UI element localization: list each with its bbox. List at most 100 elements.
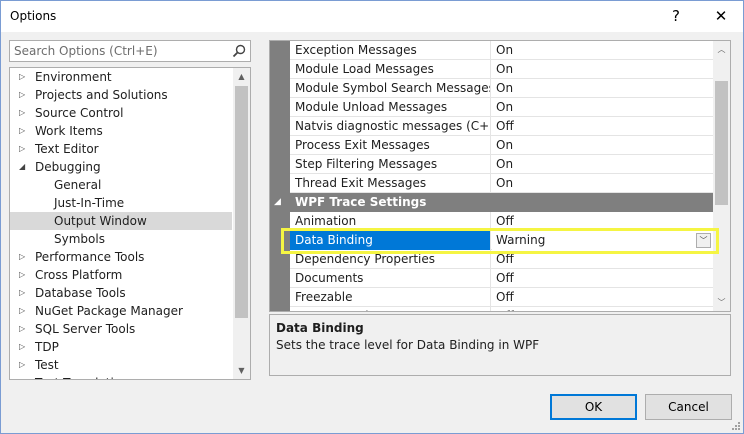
- property-row[interactable]: Thread Exit Messages On: [270, 174, 714, 193]
- property-name[interactable]: Natvis diagnostic messages (C++ only): [290, 117, 491, 136]
- property-row[interactable]: Step Filtering Messages On: [270, 155, 714, 174]
- grid-scroll-down-icon[interactable]: ﹀: [713, 294, 730, 311]
- expand-arrow-icon[interactable]: ▷: [19, 284, 29, 302]
- tree-item[interactable]: ▷ Database Tools: [10, 284, 232, 302]
- expand-arrow-icon[interactable]: ▷: [19, 338, 29, 356]
- property-row[interactable]: Natvis diagnostic messages (C++ only)Off: [270, 117, 714, 136]
- property-value[interactable]: Off: [492, 212, 714, 231]
- property-row[interactable]: Documents Off: [270, 269, 714, 288]
- property-row[interactable]: Animation Off: [270, 212, 714, 231]
- search-input[interactable]: [10, 41, 228, 61]
- tree-item[interactable]: ▷ NuGet Package Manager: [10, 302, 232, 320]
- property-grid[interactable]: Exception Messages On Module Load Messages…: [269, 40, 731, 312]
- tree-item[interactable]: Just-In-Time: [10, 194, 232, 212]
- property-name[interactable]: Thread Exit Messages: [290, 174, 491, 193]
- property-name[interactable]: Module Load Messages: [290, 60, 491, 79]
- property-row[interactable]: Data Binding Warning ﹀: [270, 231, 714, 250]
- property-name[interactable]: Exception Messages: [290, 41, 491, 60]
- expand-arrow-icon[interactable]: ▷: [19, 68, 29, 86]
- property-name[interactable]: Step Filtering Messages: [290, 155, 491, 174]
- property-value-select[interactable]: Warning: [492, 231, 714, 250]
- property-value[interactable]: Off: [492, 288, 714, 307]
- title-bar[interactable]: Options ? ✕: [1, 1, 743, 32]
- tree-item[interactable]: ▷ SQL Server Tools: [10, 320, 232, 338]
- tree-item[interactable]: Symbols: [10, 230, 232, 248]
- property-value[interactable]: On: [492, 60, 714, 79]
- ok-button[interactable]: OK: [550, 394, 637, 420]
- grid-scroll-up-icon[interactable]: ︿: [713, 41, 730, 58]
- tree-item[interactable]: ◢ Debugging: [10, 158, 232, 176]
- property-value[interactable]: On: [492, 136, 714, 155]
- tree-item[interactable]: ▷ Cross Platform: [10, 266, 232, 284]
- expand-arrow-icon[interactable]: ▷: [19, 302, 29, 320]
- property-name[interactable]: HWND Hosting: [290, 307, 491, 311]
- tree-item[interactable]: ▷ Performance Tools: [10, 248, 232, 266]
- property-row[interactable]: Module Unload Messages On: [270, 98, 714, 117]
- tree-item[interactable]: ▷ TDP: [10, 338, 232, 356]
- tree-item-label: NuGet Package Manager: [35, 304, 183, 318]
- collapse-arrow-icon[interactable]: ◢: [274, 193, 281, 212]
- expand-arrow-icon[interactable]: ▷: [19, 320, 29, 338]
- property-value[interactable]: On: [492, 41, 714, 60]
- expand-arrow-icon[interactable]: ▷: [19, 356, 29, 374]
- property-name[interactable]: Module Unload Messages: [290, 98, 491, 117]
- property-name[interactable]: Documents: [290, 269, 491, 288]
- property-row[interactable]: Exception Messages On: [270, 41, 714, 60]
- tree-item[interactable]: ▷ Source Control: [10, 104, 232, 122]
- search-icon[interactable]: [231, 43, 247, 59]
- property-value[interactable]: Off: [492, 250, 714, 269]
- property-name[interactable]: Module Symbol Search Messages: [290, 79, 491, 98]
- tree-item[interactable]: ▷ Text Templating: [10, 374, 232, 379]
- property-row[interactable]: Module Load Messages On: [270, 60, 714, 79]
- property-name[interactable]: Animation: [290, 212, 491, 231]
- expand-arrow-icon[interactable]: ▷: [19, 374, 29, 379]
- property-row[interactable]: Dependency Properties Off: [270, 250, 714, 269]
- expand-arrow-icon[interactable]: ▷: [19, 122, 29, 140]
- category-row[interactable]: ◢ WPF Trace Settings: [270, 193, 714, 212]
- property-value[interactable]: Off: [492, 307, 714, 311]
- property-name[interactable]: Process Exit Messages: [290, 136, 491, 155]
- tree-item[interactable]: ▷ Projects and Solutions: [10, 86, 232, 104]
- tree-scroll-down-icon[interactable]: ▼: [233, 362, 250, 379]
- property-name[interactable]: Data Binding: [290, 231, 491, 250]
- property-row[interactable]: Process Exit Messages On: [270, 136, 714, 155]
- tree-item[interactable]: Output Window: [10, 212, 232, 230]
- options-tree[interactable]: ▷ Environment ▷ Projects and Solutions ▷ Sour…: [9, 67, 251, 380]
- property-value[interactable]: On: [492, 155, 714, 174]
- expand-arrow-icon[interactable]: ▷: [19, 140, 29, 158]
- collapse-arrow-icon[interactable]: ◢: [19, 158, 29, 176]
- dropdown-arrow-icon[interactable]: ﹀: [696, 233, 711, 248]
- tree-item-label: Debugging: [35, 160, 101, 174]
- expand-arrow-icon[interactable]: ▷: [19, 86, 29, 104]
- property-value[interactable]: On: [492, 79, 714, 98]
- row-gutter: [270, 79, 290, 98]
- expand-arrow-icon[interactable]: ▷: [19, 104, 29, 122]
- property-value[interactable]: Off: [492, 117, 714, 136]
- property-name[interactable]: Dependency Properties: [290, 250, 491, 269]
- tree-item[interactable]: General: [10, 176, 232, 194]
- property-value[interactable]: On: [492, 174, 714, 193]
- close-button[interactable]: ✕: [701, 1, 741, 32]
- help-button[interactable]: ?: [656, 1, 696, 32]
- expand-arrow-icon[interactable]: ▷: [19, 248, 29, 266]
- tree-scroll-thumb[interactable]: [235, 86, 248, 318]
- row-gutter: [270, 250, 290, 269]
- grid-scrollbar[interactable]: ︿ ﹀: [713, 41, 730, 311]
- resize-grip-icon[interactable]: [731, 421, 741, 431]
- expand-arrow-icon[interactable]: ▷: [19, 266, 29, 284]
- property-row[interactable]: Freezable Off: [270, 288, 714, 307]
- tree-scroll-up-icon[interactable]: ▲: [233, 68, 250, 85]
- property-value[interactable]: On: [492, 98, 714, 117]
- property-row[interactable]: Module Symbol Search Messages On: [270, 79, 714, 98]
- tree-item[interactable]: ▷ Environment: [10, 68, 232, 86]
- property-row[interactable]: HWND HostingOff: [270, 307, 714, 311]
- cancel-button[interactable]: Cancel: [645, 394, 732, 420]
- tree-item[interactable]: ▷ Text Editor: [10, 140, 232, 158]
- tree-item[interactable]: ▷ Test: [10, 356, 232, 374]
- property-value[interactable]: Off: [492, 269, 714, 288]
- tree-scrollbar[interactable]: ▲ ▼: [233, 68, 250, 379]
- search-box[interactable]: [9, 40, 251, 62]
- grid-scroll-thumb[interactable]: [715, 81, 728, 205]
- tree-item[interactable]: ▷ Work Items: [10, 122, 232, 140]
- property-name[interactable]: Freezable: [290, 288, 491, 307]
